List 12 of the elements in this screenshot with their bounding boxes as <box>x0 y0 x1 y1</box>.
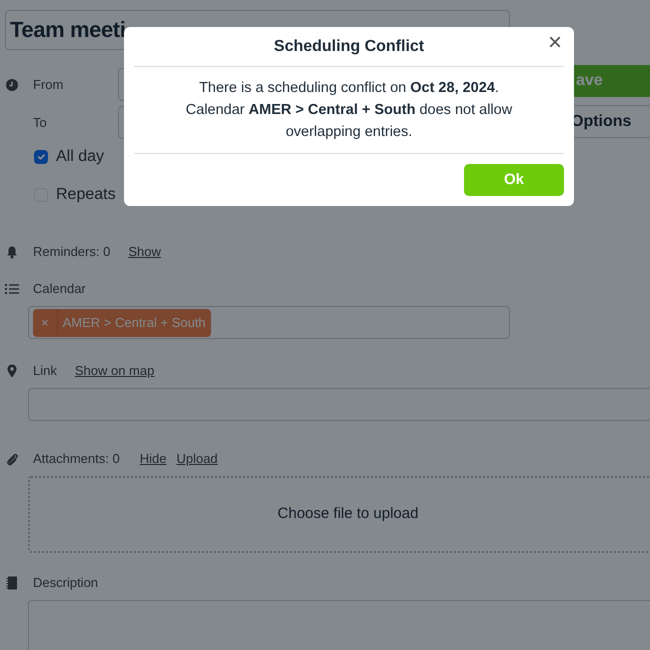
field-label: To <box>33 114 48 132</box>
dialog-message: There is a scheduling conflict on Oct 28, 2024. Calendar AMER > Central + South does not allow overlapping entries. <box>184 79 514 142</box>
attachments-label: Attachments: 0 <box>33 450 120 468</box>
description-label: Description <box>33 574 98 592</box>
calendar-label: Calendar <box>33 280 86 298</box>
link-label: Link <box>33 362 57 380</box>
field-label: From <box>33 76 64 94</box>
reminders-label: Reminders: 0 <box>33 243 110 262</box>
tag-text: AMER > Central + South <box>62 314 207 332</box>
checkbox-label: All day <box>56 147 104 167</box>
checkbox-label: Repeats <box>56 185 116 205</box>
dialog-title: Scheduling Conflict <box>272 37 426 56</box>
